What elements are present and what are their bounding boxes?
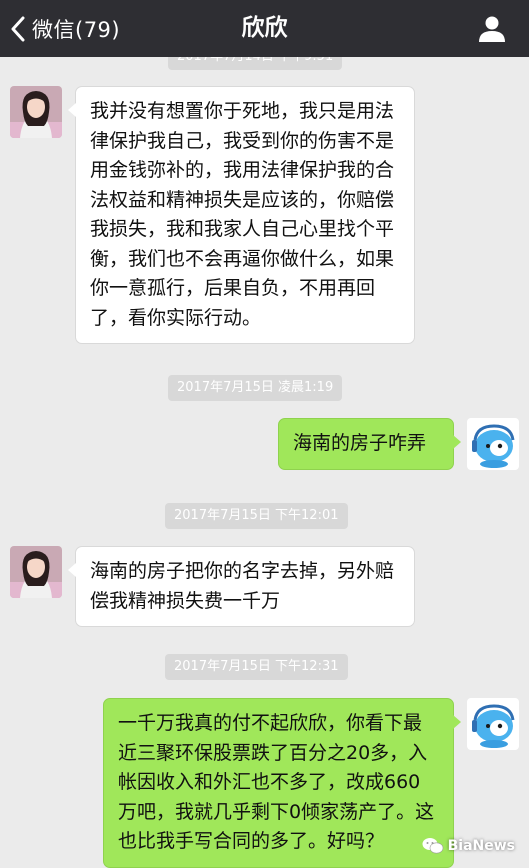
person-icon <box>479 16 505 42</box>
message-bubble-sent[interactable]: 海南的房子咋弄 <box>278 418 461 470</box>
message-bubble-received[interactable]: 海南的房子把你的名字去掉，另外赔偿我精神损失费一千万 <box>68 546 415 627</box>
watermark-text: BiaNews <box>447 838 515 854</box>
message-text: 我并没有想置你于死地，我只是用法律保护我自己，我受到你的伤害不是用金钱弥补的，我… <box>90 100 395 329</box>
contact-avatar[interactable] <box>10 546 62 598</box>
timestamp: 2017年7月15日 下午12:01 <box>165 503 348 529</box>
contact-avatar[interactable] <box>10 86 62 138</box>
message-bubble-received[interactable]: 我并没有想置你于死地，我只是用法律保护我自己，我受到你的伤害不是用金钱弥补的，我… <box>68 86 415 344</box>
wechat-logo-icon <box>422 838 443 854</box>
message-bubble-sent[interactable]: 一千万我真的付不起欣欣，你看下最近三聚环保股票跌了百分之20多，入帐因收入和外汇… <box>103 698 461 868</box>
message-text: 海南的房子咋弄 <box>293 432 427 454</box>
message-text: 一千万我真的付不起欣欣，你看下最近三聚环保股票跌了百分之20多，入帐因收入和外汇… <box>118 712 435 852</box>
chevron-left-icon <box>11 16 25 41</box>
navigation-bar: 微信(79) 欣欣 <box>0 0 529 57</box>
bubble-tail <box>453 715 461 729</box>
bubble-tail <box>68 563 76 577</box>
bubble-tail <box>453 435 461 449</box>
bubble-tail <box>68 103 76 117</box>
my-avatar[interactable] <box>467 698 519 750</box>
my-avatar[interactable] <box>467 418 519 470</box>
watermark: BiaNews <box>422 837 515 855</box>
back-label: 微信(79) <box>32 17 121 42</box>
profile-button[interactable] <box>477 14 507 44</box>
back-button[interactable]: 微信(79) <box>10 0 120 57</box>
timestamp: 2017年7月15日 凌晨1:19 <box>168 375 343 401</box>
timestamp: 2017年7月15日 下午12:31 <box>165 654 348 680</box>
message-text: 海南的房子把你的名字去掉，另外赔偿我精神损失费一千万 <box>90 560 395 612</box>
